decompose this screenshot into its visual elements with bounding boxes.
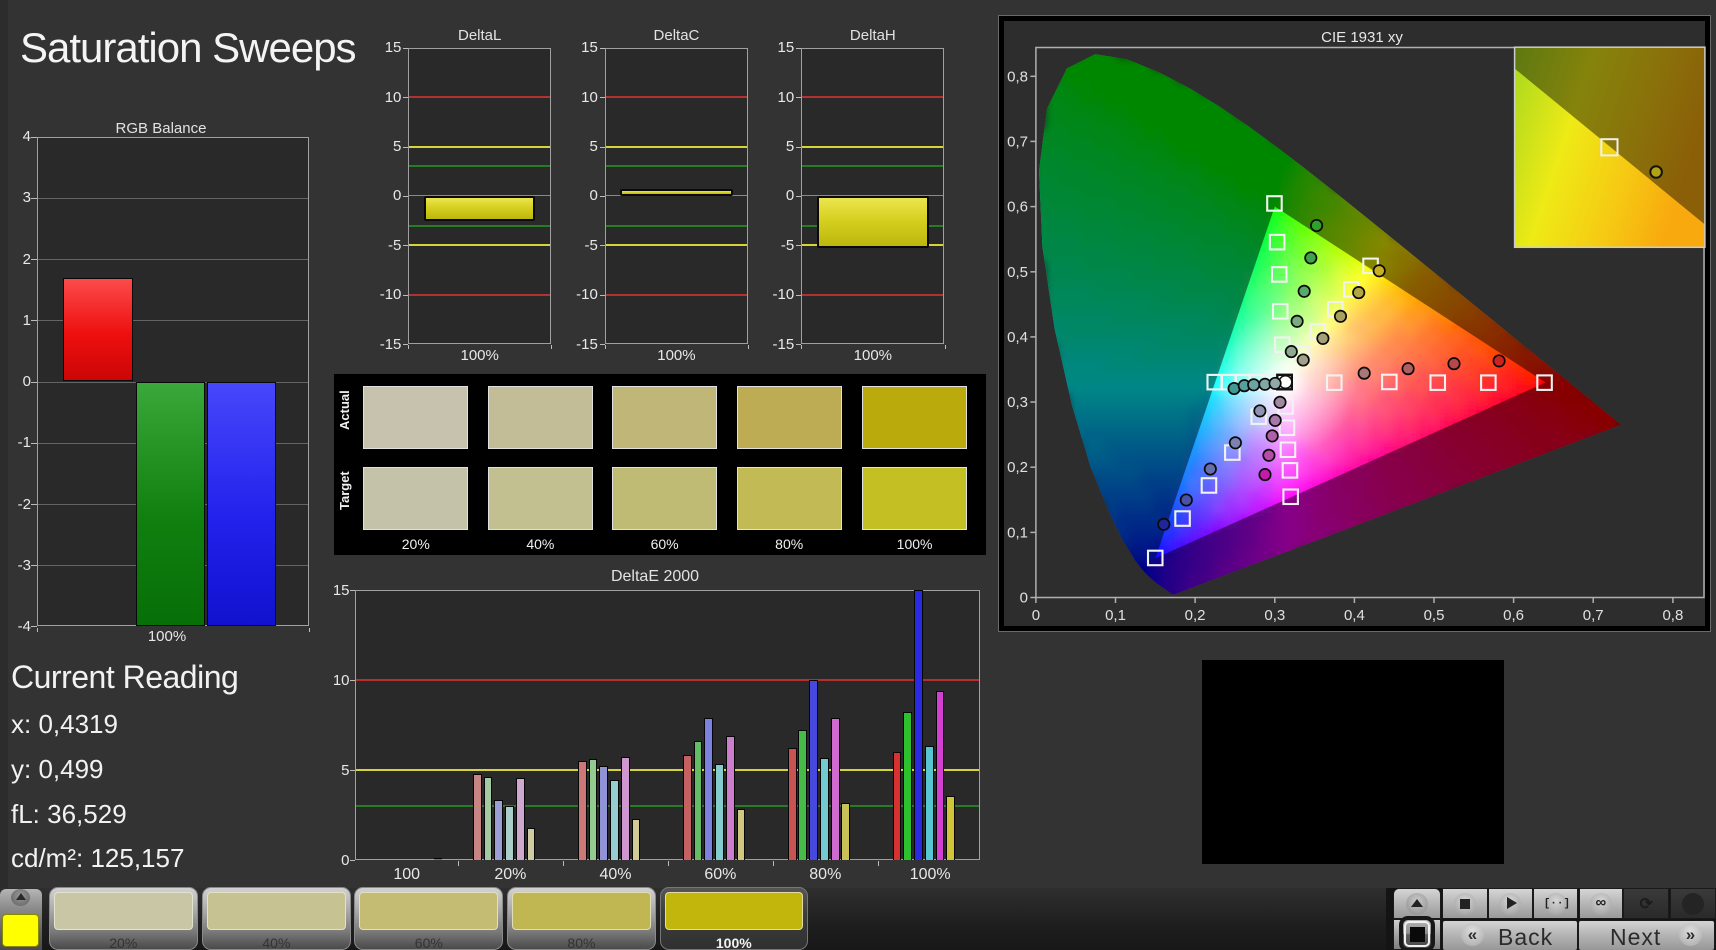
svg-text:0,5: 0,5 [1007,264,1028,281]
svg-text:CIE 1931 xy: CIE 1931 xy [1321,29,1403,46]
svg-text:0,3: 0,3 [1264,607,1285,624]
svg-text:0,7: 0,7 [1583,607,1604,624]
svg-text:0,7: 0,7 [1007,133,1028,150]
svg-text:0,1: 0,1 [1007,524,1028,541]
svg-text:0,1: 0,1 [1105,607,1126,624]
svg-text:0,5: 0,5 [1424,607,1445,624]
svg-text:0,6: 0,6 [1503,607,1524,624]
svg-text:0,4: 0,4 [1344,607,1365,624]
svg-text:0,8: 0,8 [1007,68,1028,85]
svg-text:0,6: 0,6 [1007,199,1028,216]
svg-text:0,8: 0,8 [1662,607,1683,624]
svg-text:0,2: 0,2 [1007,459,1028,476]
svg-text:0,4: 0,4 [1007,329,1028,346]
svg-text:0: 0 [1020,590,1028,607]
svg-text:0: 0 [1032,607,1040,624]
svg-text:0,3: 0,3 [1007,394,1028,411]
svg-text:0,2: 0,2 [1185,607,1206,624]
